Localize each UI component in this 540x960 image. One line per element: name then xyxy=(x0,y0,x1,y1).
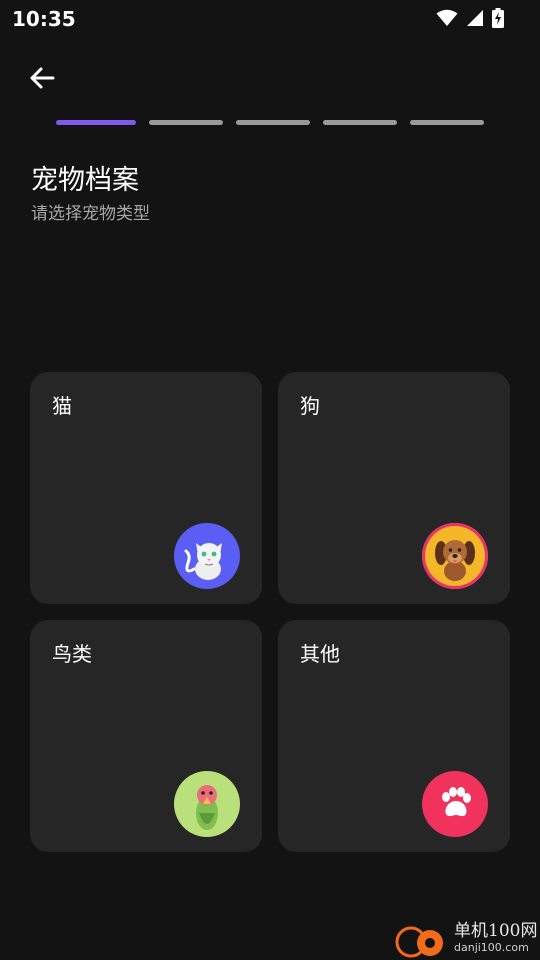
signal-icon xyxy=(467,10,483,26)
pet-type-card-bird[interactable]: 鸟类 xyxy=(30,620,262,852)
watermark-logo-icon xyxy=(395,926,443,958)
watermark-url: danji100.com xyxy=(454,941,529,954)
pet-type-card-other[interactable]: 其他 xyxy=(278,620,510,852)
progress-step-3 xyxy=(236,120,310,125)
battery-icon xyxy=(492,8,504,28)
status-time: 10:35 xyxy=(12,7,76,31)
progress-step-1 xyxy=(56,120,136,125)
card-label: 猫 xyxy=(52,394,72,418)
cat-icon xyxy=(174,523,240,589)
step-progress xyxy=(0,120,540,126)
progress-step-5 xyxy=(410,120,484,125)
pet-type-card-dog[interactable]: 狗 xyxy=(278,372,510,604)
wifi-icon xyxy=(436,9,458,26)
progress-step-4 xyxy=(323,120,397,125)
watermark: 单机100网 danji100.com xyxy=(390,916,540,960)
bird-icon xyxy=(174,771,240,837)
progress-step-2 xyxy=(149,120,223,125)
status-icons xyxy=(436,8,504,28)
paw-icon xyxy=(422,771,488,837)
page-subtitle: 请选择宠物类型 xyxy=(31,204,150,224)
pet-type-card-cat[interactable]: 猫 xyxy=(30,372,262,604)
dog-icon xyxy=(422,523,488,589)
status-bar: 10:35 xyxy=(0,0,540,36)
card-label: 其他 xyxy=(300,642,340,666)
watermark-title: 单机100网 xyxy=(454,921,538,941)
card-label: 狗 xyxy=(300,394,320,418)
arrow-left-icon xyxy=(30,67,55,89)
back-button[interactable] xyxy=(24,60,60,96)
card-label: 鸟类 xyxy=(52,642,92,666)
page-title: 宠物档案 xyxy=(31,165,139,196)
